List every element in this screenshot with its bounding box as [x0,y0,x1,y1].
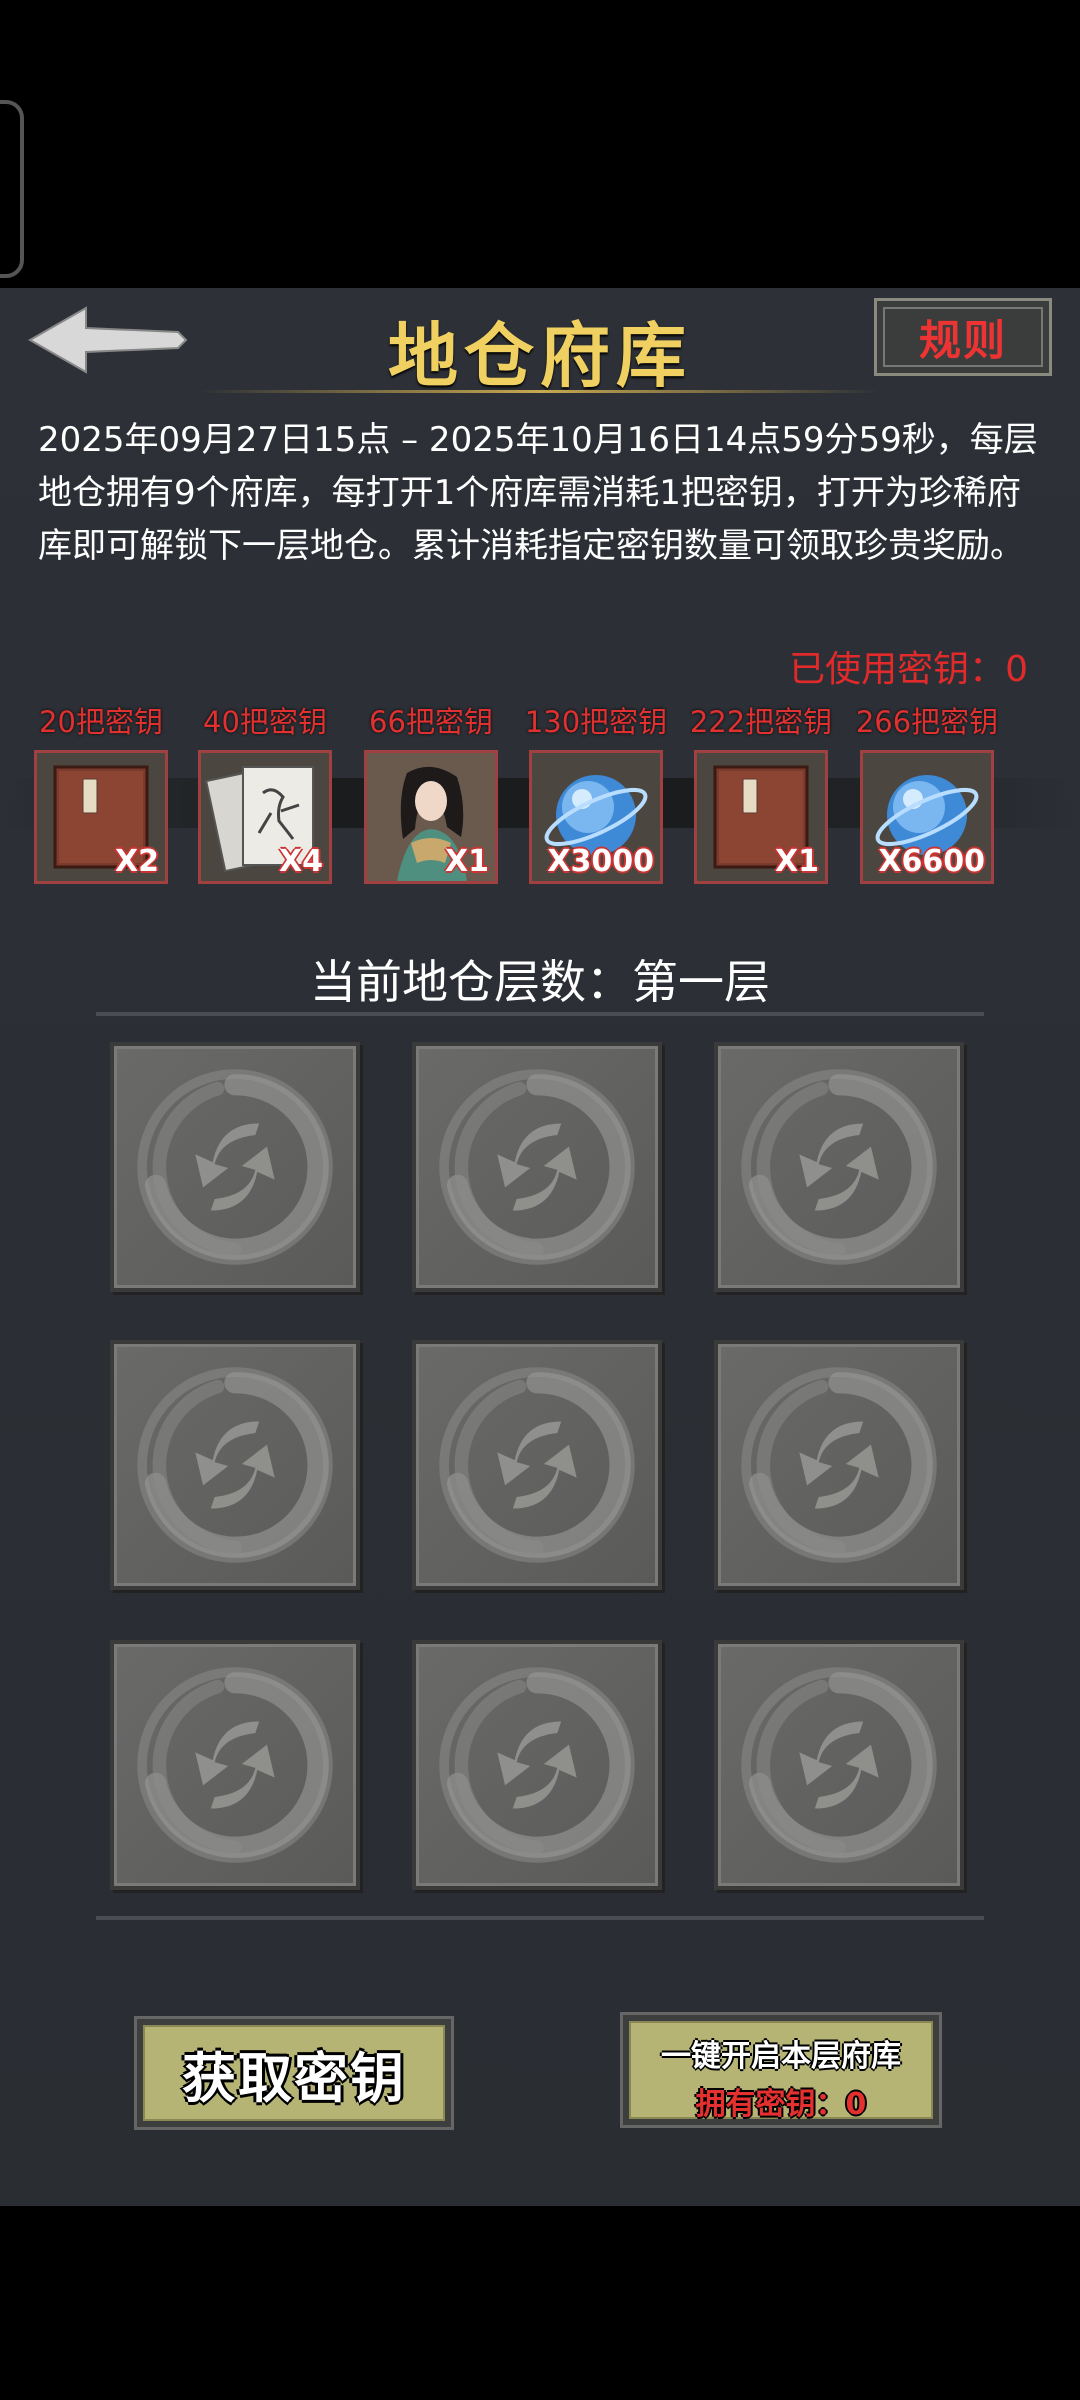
swirl-lock-icon [741,1367,937,1563]
reward-requirement: 130把密钥 [524,705,668,739]
get-keys-button[interactable]: 获取密钥 [134,2016,454,2130]
reward-item[interactable]: X1 [694,750,828,884]
swirl-lock-icon [137,1069,333,1265]
reward-item[interactable]: X1 [364,750,498,884]
reward-item[interactable]: X6600 [860,750,994,884]
reward-tier-2[interactable]: 40把密钥 X4 [198,702,332,884]
reward-quantity: X2 [114,844,159,879]
reward-quantity: X3000 [547,844,654,879]
get-keys-label: 获取密钥 [182,2046,406,2110]
divider-bottom [96,1916,984,1920]
vault-slot-6[interactable] [714,1340,964,1590]
vault-slot-1[interactable] [110,1042,360,1292]
reward-tier-4[interactable]: 130把密钥 X3000 [525,702,667,884]
swirl-lock-icon [439,1367,635,1563]
vault-slot-5[interactable] [412,1340,662,1590]
swirl-lock-icon [741,1069,937,1265]
event-description: 2025年09月27日15点 – 2025年10月16日14点59分59秒，每层… [38,420,1038,566]
reward-item[interactable]: X4 [198,750,332,884]
open-all-vaults-button[interactable]: 一键开启本层府库 拥有密钥：0 [620,2012,942,2128]
reward-requirement: 266把密钥 [855,705,999,739]
vault-slot-8[interactable] [412,1640,662,1890]
swirl-lock-icon [439,1069,635,1265]
rules-label: 规则 [918,315,1007,365]
reward-requirement: 222把密钥 [689,705,833,739]
divider-top [96,1012,984,1016]
status-bar-area [0,0,1080,288]
vault-slot-3[interactable] [714,1042,964,1292]
reward-quantity: X1 [774,844,819,879]
title-underline [200,390,880,393]
reward-requirement: 20把密钥 [39,705,163,739]
reward-tier-3[interactable]: 66把密钥 X1 [364,702,498,884]
swirl-lock-icon [741,1667,937,1863]
side-edge-handle [0,100,24,278]
reward-requirement: 40把密钥 [203,705,327,739]
swirl-lock-icon [439,1667,635,1863]
reward-requirement: 66把密钥 [369,705,493,739]
vault-slot-9[interactable] [714,1640,964,1890]
nav-bar-area [0,2206,1080,2400]
reward-item[interactable]: X3000 [529,750,663,884]
swirl-lock-icon [137,1667,333,1863]
swirl-lock-icon [137,1367,333,1563]
get-keys-face: 获取密钥 [143,2025,445,2121]
vault-slot-2[interactable] [412,1042,662,1292]
rules-button[interactable]: 规则 [874,298,1052,376]
vault-slot-4[interactable] [110,1340,360,1590]
reward-tier-5[interactable]: 222把密钥 X1 [690,702,832,884]
reward-item[interactable]: X2 [34,750,168,884]
owned-keys-counter: 拥有密钥：0 [695,2087,867,2122]
vault-slot-7[interactable] [110,1640,360,1890]
reward-tier-1[interactable]: 20把密钥 X2 [34,702,168,884]
reward-quantity: X4 [278,844,323,879]
open-all-label: 一键开启本层府库 [661,2039,901,2074]
open-all-face: 一键开启本层府库 拥有密钥：0 [629,2021,933,2122]
reward-quantity: X6600 [878,844,985,879]
current-floor-label: 当前地仓层数：第一层 [310,955,770,1009]
reward-tier-6[interactable]: 266把密钥 X6600 [856,702,998,884]
reward-quantity: X1 [444,844,489,879]
used-keys-counter: 已使用密钥：0 [789,649,1028,690]
